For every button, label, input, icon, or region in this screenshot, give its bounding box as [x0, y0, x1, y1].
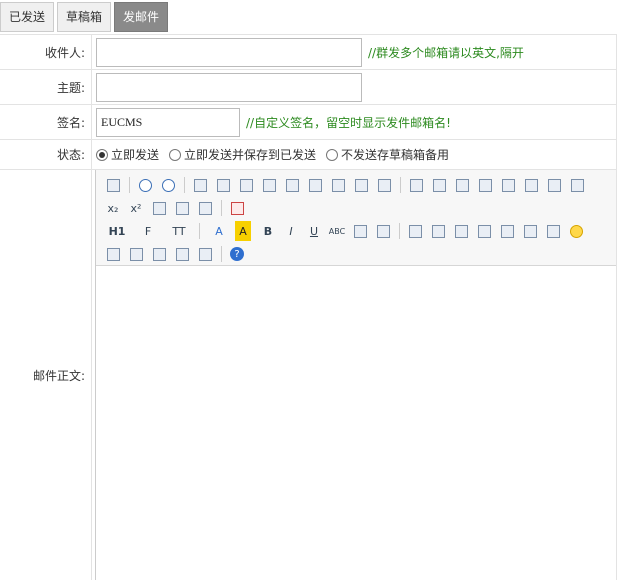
signature-input[interactable]: [96, 107, 240, 137]
recipient-label: 收件人:: [0, 35, 92, 69]
toolbar-separator: [129, 177, 130, 193]
radio-checked-icon: [96, 148, 108, 161]
eraser-icon[interactable]: [372, 221, 394, 241]
page-break-icon[interactable]: [125, 244, 147, 264]
source-icon[interactable]: [102, 175, 124, 195]
toolbar-separator: [399, 223, 400, 239]
toolbar-row: x₂ x²: [102, 197, 610, 219]
select-all-icon[interactable]: [171, 198, 193, 218]
toolbar-row: ?: [102, 243, 610, 265]
subject-input[interactable]: [96, 72, 362, 102]
underline-icon[interactable]: U: [303, 221, 325, 241]
italic-icon[interactable]: I: [280, 221, 302, 241]
paste-icon[interactable]: [327, 175, 349, 195]
attachment-icon[interactable]: [496, 221, 518, 241]
toolbar-row: H1 F TT A A B I U ABC: [102, 220, 610, 242]
strikethrough-icon[interactable]: ABC: [326, 221, 348, 241]
status-send-and-save-label: 立即发送并保存到已发送: [184, 148, 317, 162]
subject-label: 主题:: [0, 70, 92, 104]
tab-sent[interactable]: 已发送: [0, 2, 55, 32]
table-icon[interactable]: [519, 221, 541, 241]
signature-row: 签名: //自定义签名，留空时显示发件邮箱名!: [0, 105, 616, 140]
font-color-icon[interactable]: A: [204, 221, 234, 241]
ordered-list-icon[interactable]: [497, 175, 519, 195]
status-send-and-save[interactable]: 立即发送并保存到已发送: [169, 146, 316, 163]
toolbar-separator: [400, 177, 401, 193]
status-cell: 立即发送 立即发送并保存到已发送 不发送存草稿箱备用: [92, 140, 616, 169]
outdent-icon[interactable]: [566, 175, 588, 195]
status-send-now[interactable]: 立即发送: [96, 146, 159, 163]
signature-cell: //自定义签名，留空时显示发件邮箱名!: [92, 105, 616, 139]
bold-icon[interactable]: B: [257, 221, 279, 241]
fullscreen-icon[interactable]: [226, 198, 248, 218]
link-icon[interactable]: [171, 244, 193, 264]
flash-icon[interactable]: [450, 221, 472, 241]
toolbar-separator: [221, 246, 222, 262]
toolbar-separator: [221, 200, 222, 216]
font-size-icon[interactable]: TT: [164, 221, 194, 241]
tab-compose[interactable]: 发邮件: [114, 2, 169, 32]
image-icon[interactable]: [404, 221, 426, 241]
toolbar-row: [102, 174, 610, 196]
heading-icon[interactable]: H1: [102, 221, 132, 241]
status-radio-group: 立即发送 立即发送并保存到已发送 不发送存草稿箱备用: [96, 146, 449, 163]
cut-icon[interactable]: [281, 175, 303, 195]
recipient-input[interactable]: [96, 37, 362, 67]
copy-icon[interactable]: [304, 175, 326, 195]
clear-format-icon[interactable]: [148, 198, 170, 218]
hr-icon[interactable]: [542, 221, 564, 241]
recipient-row: 收件人: //群发多个邮箱请以英文,隔开: [0, 35, 616, 70]
unordered-list-icon[interactable]: [520, 175, 542, 195]
body-label: 邮件正文:: [0, 170, 92, 580]
signature-label: 签名:: [0, 105, 92, 139]
superscript-icon[interactable]: x²: [125, 198, 147, 218]
status-label: 状态:: [0, 140, 92, 169]
recipient-cell: //群发多个邮箱请以英文,隔开: [92, 35, 616, 69]
multi-image-icon[interactable]: [427, 221, 449, 241]
select-icon[interactable]: [194, 198, 216, 218]
redo-icon[interactable]: [157, 175, 179, 195]
signature-hint: //自定义签名，留空时显示发件邮箱名!: [246, 115, 451, 130]
align-right-icon[interactable]: [451, 175, 473, 195]
toolbar-separator: [199, 223, 200, 239]
body-row: 邮件正文: x₂ x² H1 F TT A A B I U ABC?: [0, 170, 616, 580]
align-justify-icon[interactable]: [474, 175, 496, 195]
paste-text-icon[interactable]: [350, 175, 372, 195]
template-icon[interactable]: [235, 175, 257, 195]
status-save-draft-label: 不发送存草稿箱备用: [341, 148, 450, 162]
undo-icon[interactable]: [134, 175, 156, 195]
media-icon[interactable]: [473, 221, 495, 241]
toolbar-separator: [184, 177, 185, 193]
status-save-draft[interactable]: 不发送存草稿箱备用: [326, 146, 449, 163]
anchor-icon[interactable]: [148, 244, 170, 264]
recipient-hint: //群发多个邮箱请以英文,隔开: [368, 45, 524, 60]
tab-drafts[interactable]: 草稿箱: [57, 2, 112, 32]
subject-row: 主题:: [0, 70, 616, 105]
rich-text-editor: x₂ x² H1 F TT A A B I U ABC?: [95, 170, 616, 580]
radio-unchecked-icon: [169, 148, 182, 161]
subscript-icon[interactable]: x₂: [102, 198, 124, 218]
highlight-icon[interactable]: A: [235, 221, 251, 241]
font-family-icon[interactable]: F: [133, 221, 163, 241]
tab-bar: 已发送 草稿箱 发邮件: [0, 0, 171, 33]
paste-word-icon[interactable]: [373, 175, 395, 195]
subject-cell: [92, 70, 616, 104]
code-icon[interactable]: [258, 175, 280, 195]
line-height-icon[interactable]: [349, 221, 371, 241]
compose-form: 收件人: //群发多个邮箱请以英文,隔开 主题: 签名: //自定义签名，留空时…: [0, 34, 617, 580]
status-row: 状态: 立即发送 立即发送并保存到已发送 不发送存草稿箱备用: [0, 140, 616, 170]
status-send-now-label: 立即发送: [111, 148, 160, 162]
indent-icon[interactable]: [543, 175, 565, 195]
help-icon[interactable]: ?: [230, 247, 244, 261]
emoticon-icon[interactable]: [565, 221, 587, 241]
map-icon[interactable]: [102, 244, 124, 264]
radio-unchecked-icon: [326, 148, 339, 161]
align-left-icon[interactable]: [405, 175, 427, 195]
print-icon[interactable]: [212, 175, 234, 195]
align-center-icon[interactable]: [428, 175, 450, 195]
preview-icon[interactable]: [189, 175, 211, 195]
unlink-icon[interactable]: [194, 244, 216, 264]
editor-toolbar: x₂ x² H1 F TT A A B I U ABC?: [96, 170, 616, 266]
editor-content-area[interactable]: [96, 266, 616, 580]
